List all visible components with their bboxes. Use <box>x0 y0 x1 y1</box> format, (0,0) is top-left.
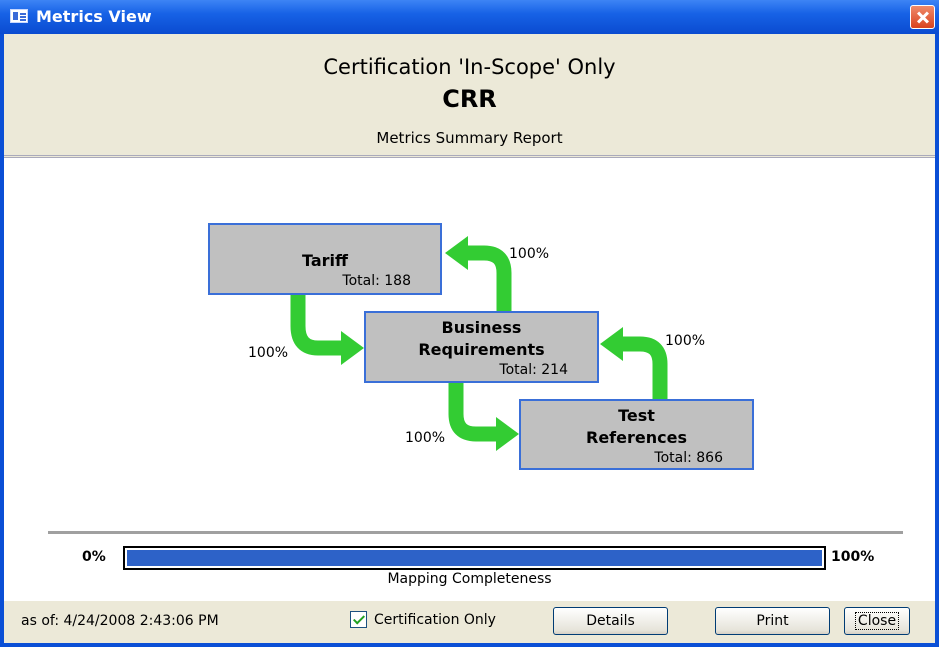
mapping-progress-fill <box>127 550 822 566</box>
progress-label: Mapping Completeness <box>387 571 552 587</box>
arrow-business-to-tariff <box>466 245 512 311</box>
progress-min-label: 0% <box>82 549 106 565</box>
close-button-label: Close <box>854 612 900 630</box>
test-references-total: Total: 866 <box>654 450 723 466</box>
arrow-business-to-tariff-head <box>445 236 468 270</box>
tariff-name: Tariff <box>302 251 348 270</box>
mapping-diagram: Tariff Total: 188 Business Requirements … <box>4 158 935 558</box>
header-scope-title: Certification 'In-Scope' Only <box>323 55 616 79</box>
header-report-name: Metrics Summary Report <box>376 129 563 147</box>
mapping-progress-bar <box>123 546 826 570</box>
business-requirements-name-line1: Business <box>441 318 522 337</box>
client-area: Certification 'In-Scope' Only CRR Metric… <box>4 34 935 643</box>
header-project-code: CRR <box>442 85 497 113</box>
mapping-progress-area: 0% 100% Mapping Completeness <box>4 528 935 598</box>
business-requirements-total: Total: 214 <box>499 362 568 378</box>
pct-tariff-to-business: 100% <box>248 345 289 361</box>
details-button-label: Details <box>586 613 635 629</box>
tariff-box: Tariff Total: 188 <box>208 223 442 295</box>
test-references-name-line2: References <box>586 428 687 447</box>
arrow-business-to-test <box>448 380 498 442</box>
arrow-test-to-business-head <box>600 327 623 361</box>
arrow-test-to-business <box>621 336 668 400</box>
as-of-timestamp: as of: 4/24/2008 2:43:06 PM <box>21 613 219 629</box>
window-close-icon[interactable] <box>910 5 935 29</box>
arrow-tariff-to-business <box>290 294 343 356</box>
test-references-name-line1: Test <box>618 406 655 425</box>
pct-test-to-business: 100% <box>665 333 706 349</box>
tariff-total: Total: 188 <box>342 273 411 289</box>
certification-only-label[interactable]: Certification Only <box>374 612 496 628</box>
details-button[interactable]: Details <box>553 607 668 635</box>
arrow-tariff-to-business-head <box>341 331 364 365</box>
metrics-view-window: Metrics View Certification 'In-Scope' On… <box>0 0 939 647</box>
progress-max-label: 100% <box>831 549 875 565</box>
window-title: Metrics View <box>36 7 152 26</box>
title-bar[interactable]: Metrics View <box>0 0 939 34</box>
pct-business-to-tariff: 100% <box>509 246 550 262</box>
print-button-label: Print <box>756 613 789 629</box>
report-header: Certification 'In-Scope' Only CRR Metric… <box>4 34 935 158</box>
arrow-business-to-test-head <box>496 417 519 451</box>
business-requirements-name-line2: Requirements <box>418 340 545 359</box>
certification-only-checkbox[interactable] <box>350 611 367 628</box>
form-icon <box>10 9 28 23</box>
print-button[interactable]: Print <box>715 607 830 635</box>
close-button[interactable]: Close <box>844 607 910 635</box>
business-requirements-box: Business Requirements Total: 214 <box>364 311 599 383</box>
status-bar: as of: 4/24/2008 2:43:06 PM Certificatio… <box>4 600 935 643</box>
pct-business-to-test: 100% <box>405 430 446 446</box>
test-references-box: Test References Total: 866 <box>519 399 754 470</box>
divider <box>48 531 903 534</box>
